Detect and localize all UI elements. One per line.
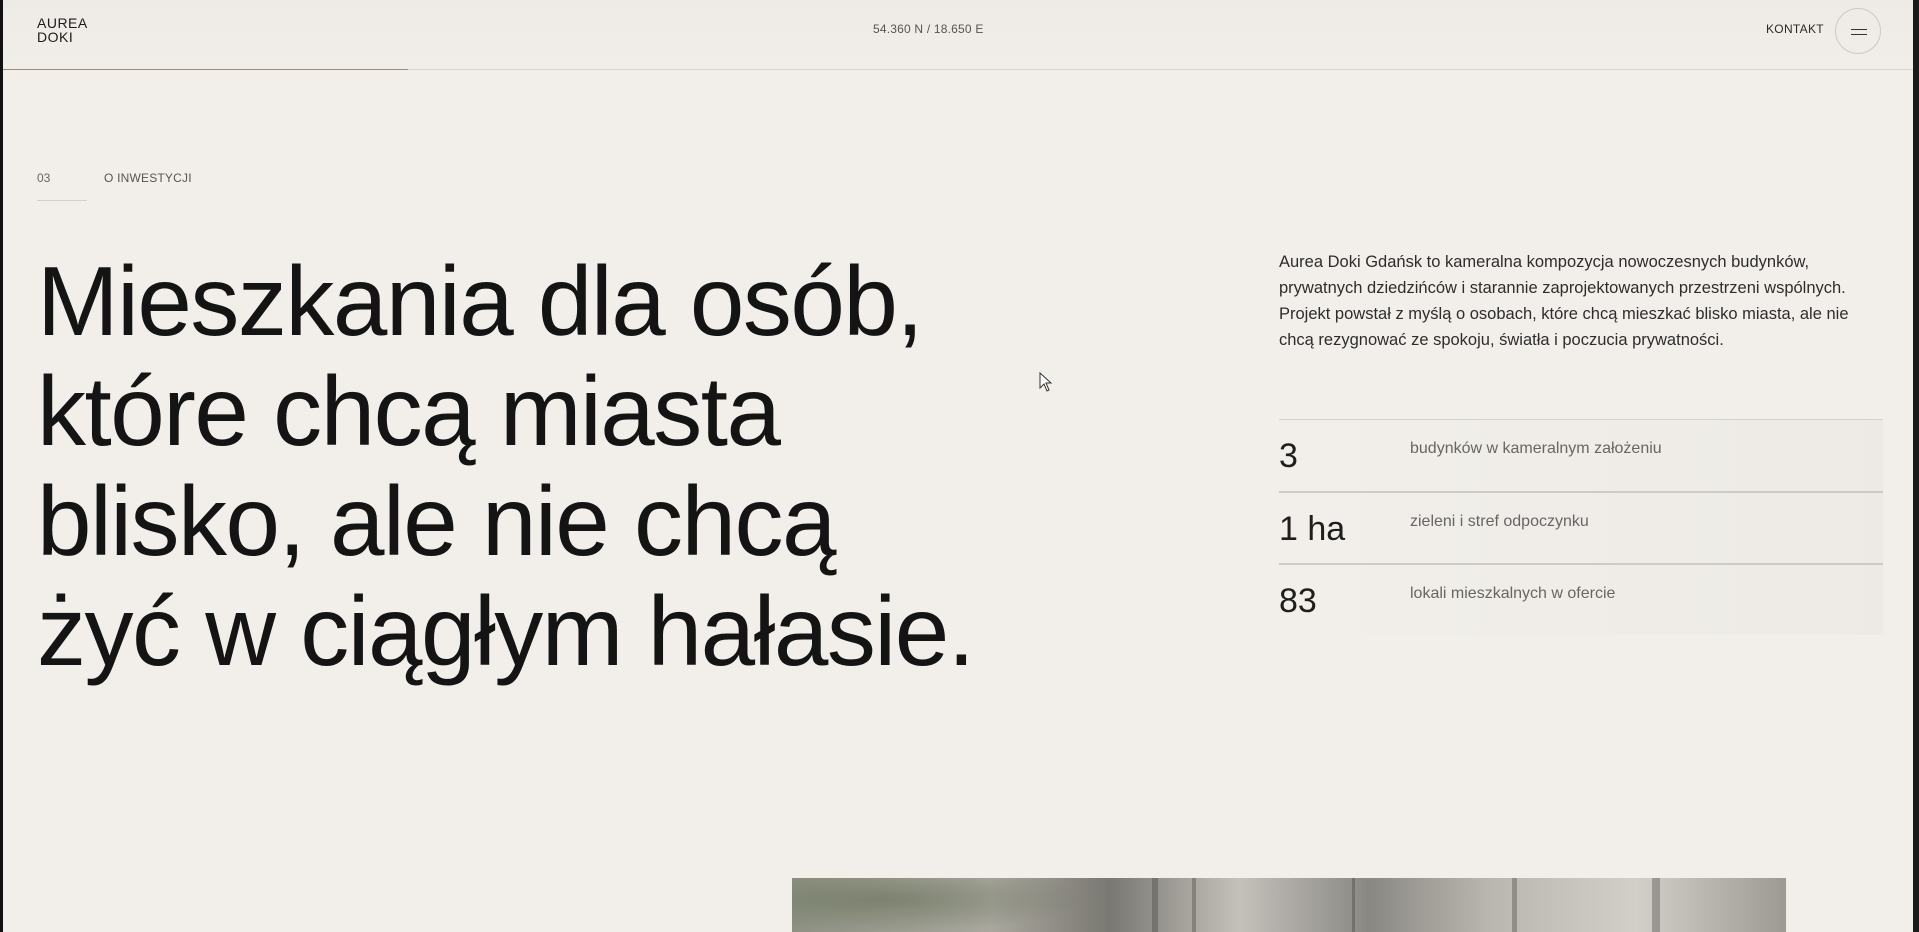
logo-line-1: AUREA	[37, 15, 88, 31]
headline: Mieszkania dla osób, które chcą miasta b…	[37, 246, 1197, 692]
menu-button[interactable]	[1835, 8, 1881, 54]
headline-line-3: blisko, ale nie chcą	[37, 466, 837, 576]
section-number: 03	[37, 171, 51, 185]
headline-line-2: które chcą miasta	[37, 356, 781, 466]
photo-detail	[1192, 878, 1196, 932]
logo[interactable]: AUREA DOKI	[37, 16, 88, 44]
stat-row: 3 budynków w kameralnym założeniu	[1279, 419, 1883, 491]
scroll-progress-bar	[3, 69, 408, 70]
headline-line-4: żyć w ciągłym hałasie.	[37, 576, 975, 686]
section-number-underline	[37, 200, 87, 201]
section-title: O INWESTYCJI	[104, 171, 192, 185]
building-photo	[792, 878, 1786, 932]
stats-list: 3 budynków w kameralnym założeniu 1 ha z…	[1279, 419, 1883, 635]
hamburger-icon	[1851, 29, 1867, 30]
page: AUREA DOKI 54.360 N / 18.650 E KONTAKT 0…	[3, 0, 1913, 932]
stat-label: budynków w kameralnym założeniu	[1410, 440, 1662, 457]
photo-detail	[1652, 878, 1660, 932]
stat-label: lokali mieszkalnych w ofercie	[1410, 585, 1616, 602]
stat-row: 83 lokali mieszkalnych w ofercie	[1279, 563, 1883, 635]
stat-value: 1 ha	[1279, 510, 1346, 548]
stat-value: 83	[1279, 582, 1317, 620]
headline-line-1: Mieszkania dla osób,	[37, 246, 924, 356]
photo-detail	[1512, 878, 1517, 932]
stat-label: zieleni i stref odpoczynku	[1410, 513, 1589, 530]
window-edge	[1913, 0, 1919, 932]
hamburger-icon-bar	[1851, 34, 1867, 35]
photo-detail	[1352, 878, 1355, 932]
logo-line-2: DOKI	[37, 29, 74, 45]
site-header: AUREA DOKI 54.360 N / 18.650 E KONTAKT	[3, 0, 1913, 70]
coordinates-text: 54.360 N / 18.650 E	[873, 22, 984, 36]
photo-detail	[1152, 878, 1158, 932]
contact-link[interactable]: KONTAKT	[1766, 22, 1824, 36]
stat-row: 1 ha zieleni i stref odpoczynku	[1279, 491, 1883, 563]
stat-value: 3	[1279, 437, 1298, 475]
mouse-cursor-icon	[1039, 372, 1053, 392]
intro-paragraph: Aurea Doki Gdańsk to kameralna kompozycj…	[1279, 253, 1849, 349]
photo-foliage	[792, 878, 1092, 932]
